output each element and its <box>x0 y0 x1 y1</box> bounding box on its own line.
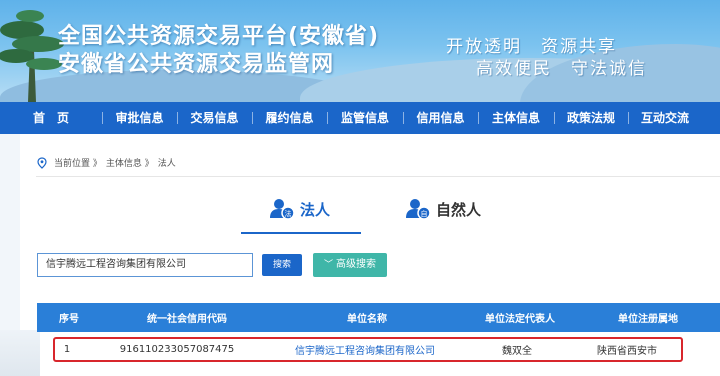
breadcrumb-current: 法人 <box>157 159 176 169</box>
nav-item-supervision[interactable]: 监管信息 <box>327 102 403 134</box>
nav-item-home[interactable]: 首 页 <box>0 102 102 134</box>
cell-credit-code: 91611023305708747​5 <box>119 344 235 355</box>
location-pin-icon <box>37 156 47 169</box>
svg-text:自: 自 <box>421 209 428 218</box>
active-tab-indicator <box>241 232 361 234</box>
column-header-unit-name: 单位名称 <box>347 314 387 325</box>
nav-item-performance[interactable]: 履约信息 <box>252 102 327 134</box>
tab-label: 自然人 <box>436 200 482 219</box>
header-banner: 全国公共资源交易平台(安徽省) 安徽省公共资源交易监管网 开放透明 资源共享 高… <box>0 0 720 102</box>
column-header-credit-code: 统一社会信用代码 <box>147 314 227 325</box>
table-header: 序号 统一社会信用代码 单位名称 单位法定代表人 单位注册属地 <box>37 303 720 332</box>
natural-person-icon: 自 <box>406 199 430 220</box>
advanced-search-button[interactable]: ﹀ 高级搜索 <box>313 253 387 277</box>
tab-natural-person[interactable]: 自 自然人 <box>406 198 481 220</box>
nav-item-policy[interactable]: 政策法规 <box>554 102 628 134</box>
column-header-index: 序号 <box>59 314 79 325</box>
cell-location: 陕西省西安市 <box>597 346 657 357</box>
cell-legal-rep: 魏双全 <box>502 346 532 357</box>
tab-label: 法人 <box>300 200 331 219</box>
column-header-location: 单位注册属地 <box>618 314 678 325</box>
side-decoration <box>0 330 40 376</box>
breadcrumb-prefix: 当前位置 》 <box>54 159 102 169</box>
nav-item-interaction[interactable]: 互动交流 <box>628 102 702 134</box>
search-button[interactable]: 搜索 <box>262 254 302 276</box>
nav-item-trading[interactable]: 交易信息 <box>177 102 252 134</box>
nav-item-approval[interactable]: 审批信息 <box>102 102 177 134</box>
slogan-line-2: 高效便民 守法诚信 <box>476 59 647 79</box>
advanced-search-label: 高级搜索 <box>336 259 376 270</box>
column-header-legal-rep: 单位法定代表人 <box>485 314 555 325</box>
cell-unit-name-link[interactable]: 信宇腾远工程咨询集团有限公司 <box>275 342 455 357</box>
tab-legal-person[interactable]: 法 法人 <box>270 198 330 220</box>
main-nav: 首 页 审批信息 交易信息 履约信息 监管信息 信用信息 主体信息 政策法规 互… <box>0 102 720 134</box>
legal-person-icon: 法 <box>270 199 294 220</box>
nav-item-credit[interactable]: 信用信息 <box>403 102 478 134</box>
table-row[interactable]: 1 91611023305708747​5 信宇腾远工程咨询集团有限公司 魏双全… <box>53 337 683 362</box>
search-input[interactable]: 信宇腾远工程咨询集团有限公司 <box>37 253 253 277</box>
site-subtitle: 安徽省公共资源交易监管网 <box>58 52 335 77</box>
breadcrumb: 当前位置 》 主体信息 》 法人 <box>36 156 180 169</box>
nav-item-entity[interactable]: 主体信息 <box>478 102 554 134</box>
cell-index: 1 <box>63 344 71 355</box>
chevron-down-icon: ﹀ <box>323 260 333 270</box>
svg-text:法: 法 <box>285 209 292 218</box>
divider <box>36 176 720 177</box>
breadcrumb-entity[interactable]: 主体信息 》 <box>106 156 154 169</box>
